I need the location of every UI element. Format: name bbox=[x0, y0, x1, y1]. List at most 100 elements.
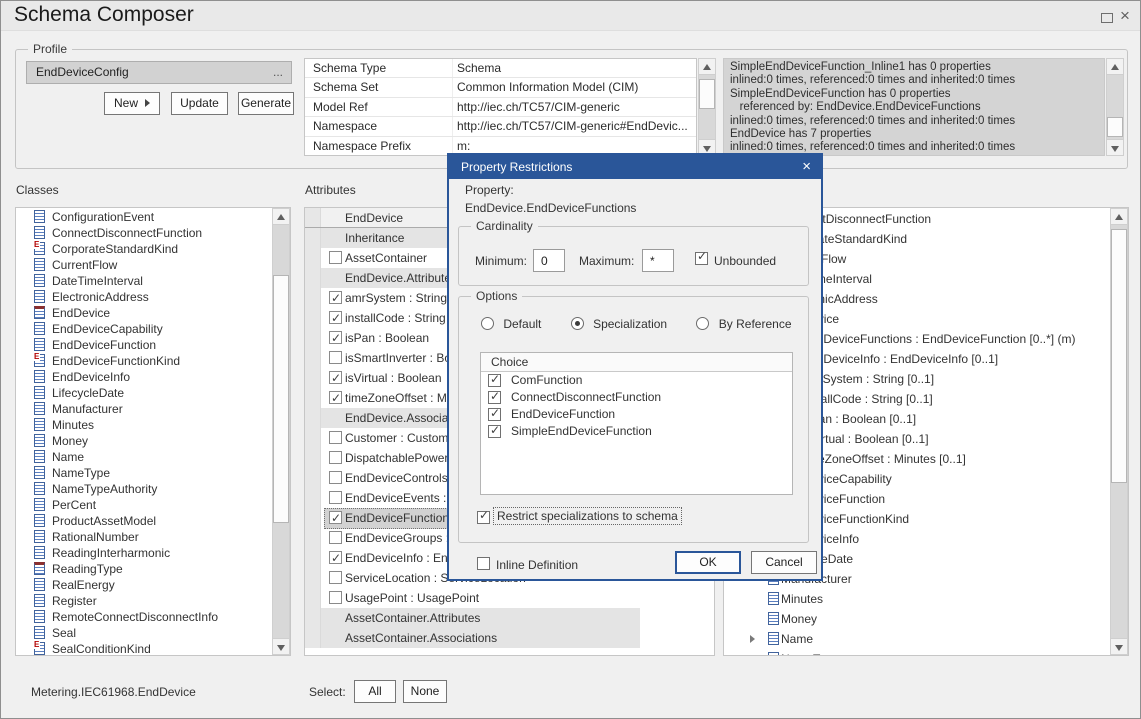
choice-item[interactable]: ComFunction bbox=[481, 372, 792, 389]
class-list-item[interactable]: LifecycleDate bbox=[16, 385, 272, 401]
class-list-item[interactable]: NameTypeAuthority bbox=[16, 481, 272, 497]
class-list-item[interactable]: NameType bbox=[16, 465, 272, 481]
ok-button[interactable]: OK bbox=[675, 551, 741, 574]
attribute-label: UsagePoint : UsagePoint bbox=[305, 588, 479, 608]
generate-button[interactable]: Generate bbox=[238, 92, 294, 115]
class-name: Money bbox=[16, 433, 88, 449]
select-none-button[interactable]: None bbox=[403, 680, 447, 703]
option-radio[interactable]: Default bbox=[481, 317, 541, 331]
scroll-up-button[interactable] bbox=[699, 59, 715, 75]
class-list-item[interactable]: EndDevice bbox=[16, 305, 272, 321]
new-button[interactable]: New bbox=[104, 92, 160, 115]
dialog-close-icon[interactable]: × bbox=[802, 155, 811, 179]
update-button[interactable]: Update bbox=[171, 92, 228, 115]
option-radio[interactable]: By Reference bbox=[696, 317, 791, 331]
choice-item[interactable]: EndDeviceFunction bbox=[481, 406, 792, 423]
table-scrollbar[interactable] bbox=[698, 58, 716, 156]
cancel-button[interactable]: Cancel bbox=[751, 551, 817, 574]
tree-scrollbar[interactable] bbox=[1110, 208, 1128, 655]
attribute-row[interactable]: AssetContainer.Attributes bbox=[305, 608, 714, 628]
scroll-up-button[interactable] bbox=[273, 209, 289, 225]
table-row[interactable]: Schema Set Common Information Model (CIM… bbox=[305, 78, 696, 97]
class-list-item[interactable]: DateTimeInterval bbox=[16, 273, 272, 289]
class-list-item[interactable]: EndDeviceCapability bbox=[16, 321, 272, 337]
classes-scrollbar[interactable] bbox=[272, 208, 290, 655]
class-icon bbox=[34, 338, 45, 351]
class-list-item[interactable]: EndDeviceFunctionKind bbox=[16, 353, 272, 369]
radio-icon bbox=[481, 317, 494, 330]
class-list-item[interactable]: ReadingType bbox=[16, 561, 272, 577]
attribute-label: isPan : Boolean bbox=[305, 328, 429, 348]
class-list-item[interactable]: Manufacturer bbox=[16, 401, 272, 417]
choice-checkbox[interactable] bbox=[488, 391, 501, 404]
schema-tree-item[interactable]: Money bbox=[724, 609, 1110, 629]
info-line: EndDevice has 7 properties bbox=[730, 128, 1104, 141]
class-list-item[interactable]: Register bbox=[16, 593, 272, 609]
class-list-item[interactable]: ConfigurationEvent bbox=[16, 209, 272, 225]
select-all-button[interactable]: All bbox=[354, 680, 396, 703]
attribute-label: isVirtual : Boolean bbox=[305, 368, 442, 388]
choice-checkbox[interactable] bbox=[488, 425, 501, 438]
class-list-item[interactable]: ElectronicAddress bbox=[16, 289, 272, 305]
profile-select[interactable]: EndDeviceConfig ... bbox=[26, 61, 292, 84]
info-scrollbar[interactable] bbox=[1106, 58, 1124, 156]
schema-tree-item[interactable]: NameType bbox=[724, 649, 1110, 656]
maximize-icon[interactable] bbox=[1101, 13, 1113, 23]
option-radio[interactable]: Specialization bbox=[571, 317, 667, 331]
class-name: Manufacturer bbox=[16, 401, 123, 417]
schema-tree-item[interactable]: Name bbox=[724, 629, 1110, 649]
choice-checkbox[interactable] bbox=[488, 408, 501, 421]
scroll-down-button[interactable] bbox=[273, 638, 289, 654]
scroll-down-button[interactable] bbox=[1111, 638, 1127, 654]
scrollbar-thumb[interactable] bbox=[1111, 229, 1127, 483]
maximum-input[interactable] bbox=[642, 249, 674, 272]
maximum-label: Maximum: bbox=[579, 254, 634, 268]
class-list-item[interactable]: Minutes bbox=[16, 417, 272, 433]
class-list-item[interactable]: ReadingInterharmonic bbox=[16, 545, 272, 561]
scroll-up-button[interactable] bbox=[1107, 59, 1123, 75]
table-key: Namespace Prefix bbox=[305, 137, 453, 155]
class-list-item[interactable]: RationalNumber bbox=[16, 529, 272, 545]
attribute-row[interactable]: UsagePoint : UsagePoint bbox=[305, 588, 714, 608]
scrollbar-thumb[interactable] bbox=[1107, 117, 1123, 137]
schema-tree-item[interactable]: Minutes bbox=[724, 589, 1110, 609]
scroll-up-button[interactable] bbox=[1111, 209, 1127, 225]
class-icon bbox=[34, 594, 45, 607]
class-list-item[interactable]: EndDeviceInfo bbox=[16, 369, 272, 385]
unbounded-checkbox[interactable] bbox=[695, 252, 708, 265]
class-icon bbox=[34, 242, 45, 255]
class-list-item[interactable]: RealEnergy bbox=[16, 577, 272, 593]
choice-item[interactable]: ConnectDisconnectFunction bbox=[481, 389, 792, 406]
choice-checkbox[interactable] bbox=[488, 374, 501, 387]
scrollbar-thumb[interactable] bbox=[273, 275, 289, 523]
class-list-item[interactable]: PerCent bbox=[16, 497, 272, 513]
restrict-checkbox[interactable] bbox=[477, 511, 490, 524]
class-list-item[interactable]: SealConditionKind bbox=[16, 641, 272, 656]
minimum-input[interactable] bbox=[533, 249, 565, 272]
class-list-item[interactable]: Money bbox=[16, 433, 272, 449]
class-list-item[interactable]: CurrentFlow bbox=[16, 257, 272, 273]
class-list-item[interactable]: Seal bbox=[16, 625, 272, 641]
close-icon[interactable]: × bbox=[1120, 5, 1130, 27]
attribute-row[interactable]: AssetContainer.Associations bbox=[305, 628, 714, 648]
class-name: RemoteConnectDisconnectInfo bbox=[16, 609, 218, 625]
class-list-item[interactable]: ConnectDisconnectFunction bbox=[16, 225, 272, 241]
scrollbar-thumb[interactable] bbox=[699, 79, 715, 109]
class-list-item[interactable]: RemoteConnectDisconnectInfo bbox=[16, 609, 272, 625]
check-icon bbox=[489, 426, 500, 437]
scroll-down-button[interactable] bbox=[1107, 139, 1123, 155]
inline-definition-checkbox[interactable] bbox=[477, 557, 490, 570]
class-name: NameType bbox=[16, 465, 110, 481]
class-list-item[interactable]: Name bbox=[16, 449, 272, 465]
class-list-item[interactable]: CorporateStandardKind bbox=[16, 241, 272, 257]
class-list-item[interactable]: EndDeviceFunction bbox=[16, 337, 272, 353]
check-icon bbox=[478, 512, 489, 523]
browse-button[interactable]: ... bbox=[273, 62, 283, 83]
table-row[interactable]: Namespace http://iec.ch/TC57/CIM-generic… bbox=[305, 117, 696, 136]
class-list-item[interactable]: ProductAssetModel bbox=[16, 513, 272, 529]
expand-arrow-icon[interactable] bbox=[750, 635, 755, 643]
expand-arrow-icon[interactable] bbox=[750, 655, 755, 656]
table-row[interactable]: Model Ref http://iec.ch/TC57/CIM-generic bbox=[305, 98, 696, 117]
table-row[interactable]: Schema Type Schema bbox=[305, 59, 696, 78]
choice-item[interactable]: SimpleEndDeviceFunction bbox=[481, 423, 792, 440]
